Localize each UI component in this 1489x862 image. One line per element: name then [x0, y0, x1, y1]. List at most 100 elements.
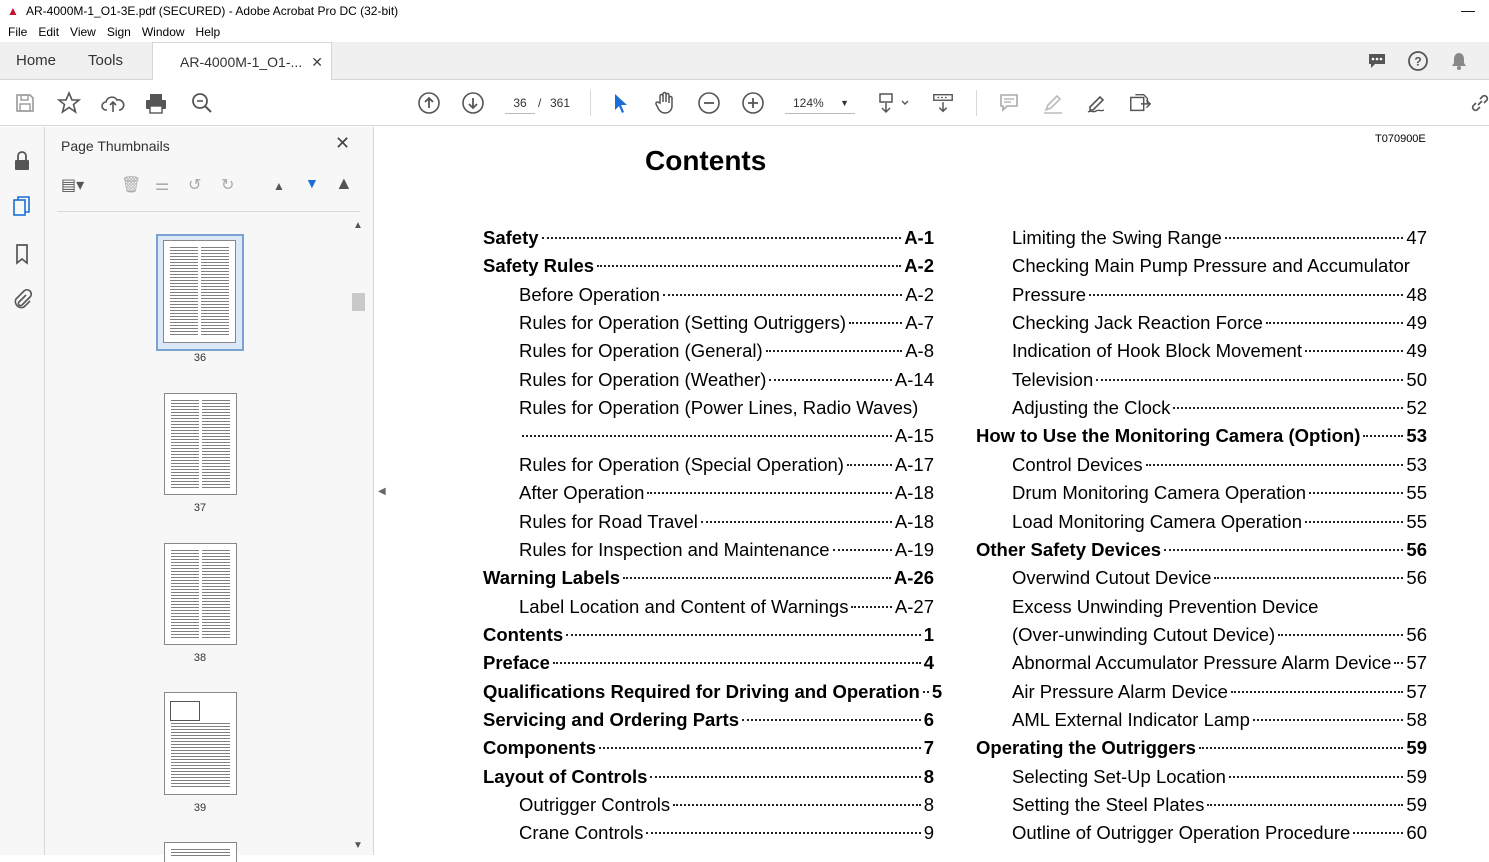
toc-entry[interactable]: Contents 1 — [483, 624, 934, 652]
toc-entry[interactable]: Overwind Cutout Device 56 — [1012, 567, 1427, 595]
toc-entry[interactable]: Preface 4 — [483, 652, 934, 680]
help-icon[interactable]: ? — [1407, 50, 1429, 72]
toc-entry[interactable]: Before Operation A-2 — [519, 284, 934, 312]
draw-sign-icon[interactable] — [1085, 91, 1109, 115]
zoom-in-icon[interactable] — [741, 91, 765, 115]
print-icon[interactable] — [144, 91, 168, 115]
link-icon[interactable] — [1468, 91, 1489, 115]
toc-entry[interactable]: Adjusting the Clock 52 — [1012, 397, 1427, 425]
scrollbar-thumb[interactable] — [352, 293, 365, 311]
page-thumbnail-39[interactable] — [164, 692, 237, 795]
toc-entry[interactable]: Pressure 48 — [1012, 284, 1427, 312]
toc-entry[interactable]: Rules for Operation (Special Operation) A… — [519, 454, 934, 482]
toc-entry[interactable]: Limiting the Swing Range 47 — [1012, 227, 1427, 255]
upload-cloud-icon[interactable] — [101, 91, 125, 115]
toc-entry[interactable]: Operating the Outriggers 59 — [976, 737, 1427, 765]
toc-entry[interactable]: Control Devices 53 — [1012, 454, 1427, 482]
toc-entry[interactable]: How to Use the Monitoring Camera (Option… — [976, 425, 1427, 453]
next-page-icon[interactable] — [461, 91, 485, 115]
page-thumbnail-40[interactable] — [164, 842, 237, 862]
save-icon[interactable] — [13, 91, 37, 115]
bookmark-star-icon[interactable] — [57, 91, 81, 115]
toc-entry[interactable]: Components 7 — [483, 737, 934, 765]
share-send-icon[interactable] — [1128, 91, 1152, 115]
toc-entry[interactable]: Checking Main Pump Pressure and Accumula… — [1012, 255, 1427, 283]
page-thumbnail-37[interactable] — [164, 393, 237, 495]
menu-help[interactable]: Help — [196, 25, 221, 39]
page-thumbnail-36[interactable] — [163, 240, 236, 343]
tab-document[interactable]: AR-4000M-1_O1-... ✕ — [152, 42, 332, 81]
thumbnail-size-slider[interactable]: ▼ — [305, 175, 319, 191]
toc-entry[interactable]: Label Location and Content of Warnings A-… — [519, 596, 934, 624]
toc-entry[interactable]: Qualifications Required for Driving and … — [483, 681, 942, 709]
zoom-out-icon[interactable] — [697, 91, 721, 115]
page-thumbnails-icon[interactable] — [11, 194, 33, 218]
zoom-search-icon[interactable] — [190, 91, 214, 115]
toc-entry[interactable]: Safety Rules A-2 — [483, 255, 934, 283]
scrolling-mode-icon[interactable] — [931, 91, 955, 115]
page-number-input[interactable]: 36 — [505, 92, 535, 114]
toc-entry[interactable]: Checking Jack Reaction Force 49 — [1012, 312, 1427, 340]
menu-sign[interactable]: Sign — [107, 25, 131, 39]
close-panel-icon[interactable]: ✕ — [335, 133, 350, 154]
toc-entry[interactable]: (Over-unwinding Cutout Device) 56 — [1012, 624, 1427, 652]
bookmarks-icon[interactable] — [11, 242, 33, 266]
toc-entry[interactable]: Layout of Controls 8 — [483, 766, 934, 794]
menu-window[interactable]: Window — [142, 25, 185, 39]
previous-page-icon[interactable] — [417, 91, 441, 115]
select-cursor-icon[interactable] — [609, 91, 633, 115]
toc-entry[interactable]: Outrigger Controls 8 — [519, 794, 934, 822]
toc-entry[interactable]: Load Monitoring Camera Operation 55 — [1012, 511, 1427, 539]
toc-entry[interactable]: Drum Monitoring Camera Operation 55 — [1012, 482, 1427, 510]
toc-entry[interactable]: Other Safety Devices 56 — [976, 539, 1427, 567]
toc-entry[interactable]: Servicing and Ordering Parts 6 — [483, 709, 934, 737]
toc-entry[interactable]: Crane Controls 9 — [519, 822, 934, 850]
larger-thumbnails-icon[interactable]: ▲ — [335, 173, 353, 194]
extract-pages-icon[interactable]: ⚌ — [155, 175, 169, 195]
hand-tool-icon[interactable] — [653, 91, 677, 115]
toc-entry[interactable]: Warning Labels A-26 — [483, 567, 934, 595]
toc-entry[interactable]: Rules for Operation (Setting Outriggers)… — [519, 312, 934, 340]
toc-entry[interactable]: Air Pressure Alarm Device 57 — [1012, 681, 1427, 709]
scroll-down-icon[interactable]: ▼ — [351, 840, 365, 851]
menu-view[interactable]: View — [70, 25, 96, 39]
attachments-paperclip-icon[interactable] — [11, 287, 33, 311]
toc-entry[interactable]: AML External Indicator Lamp 58 — [1012, 709, 1427, 737]
toc-entry[interactable]: After Operation A-18 — [519, 482, 934, 510]
toc-entry[interactable]: Rules for Inspection and Maintenance A-19 — [519, 539, 934, 567]
toc-entry[interactable]: Outline of Outrigger Operation Procedure… — [1012, 822, 1427, 850]
toc-entry[interactable]: Safety A-1 — [483, 227, 934, 255]
toc-entry[interactable]: A-15 — [519, 425, 934, 453]
tab-home[interactable]: Home — [16, 42, 56, 80]
notifications-bell-icon[interactable] — [1448, 50, 1470, 72]
toc-entry[interactable]: Excess Unwinding Prevention Device — [1012, 596, 1427, 624]
menu-edit[interactable]: Edit — [38, 25, 59, 39]
close-tab-icon[interactable]: ✕ — [311, 43, 323, 81]
zoom-level-select[interactable]: 124% ▼ — [785, 92, 855, 114]
toc-entry[interactable]: Indication of Hook Block Movement 49 — [1012, 340, 1427, 368]
tab-tools[interactable]: Tools — [88, 42, 123, 80]
toc-entry[interactable]: Television 50 — [1012, 369, 1427, 397]
rotate-right-icon[interactable]: ↻ — [221, 175, 234, 195]
toc-entry[interactable]: Setting the Steel Plates 59 — [1012, 794, 1427, 822]
highlight-pen-icon[interactable] — [1041, 91, 1065, 115]
page-thumbnail-38[interactable] — [164, 543, 237, 645]
toc-entry[interactable]: Rules for Road Travel A-18 — [519, 511, 934, 539]
delete-page-icon[interactable]: 🗑 — [121, 175, 141, 195]
menu-file[interactable]: File — [8, 25, 27, 39]
toc-entry[interactable]: Rules for Operation (Power Lines, Radio … — [519, 397, 934, 425]
collapse-panel-icon[interactable]: ◀ — [378, 486, 386, 497]
scroll-up-icon[interactable]: ▲ — [351, 220, 365, 231]
toc-entry[interactable]: Selecting Set-Up Location 59 — [1012, 766, 1427, 794]
add-comment-icon[interactable] — [997, 91, 1021, 115]
toc-entry[interactable]: Abnormal Accumulator Pressure Alarm Devi… — [1012, 652, 1427, 680]
smaller-thumbnails-icon[interactable]: ▲ — [273, 179, 285, 193]
toc-entry[interactable]: Rules for Operation (General) A-8 — [519, 340, 934, 368]
comment-bubble-icon[interactable] — [1366, 50, 1388, 72]
options-menu-icon[interactable]: ▤▾ — [61, 175, 84, 195]
toc-entry[interactable]: Rules for Operation (Weather) A-14 — [519, 369, 934, 397]
thumbnail-scrollbar[interactable]: ▲ ▼ — [351, 220, 365, 855]
page-fit-icon[interactable] — [876, 91, 912, 115]
rotate-left-icon[interactable]: ↺ — [188, 175, 201, 195]
lock-icon[interactable] — [11, 149, 33, 173]
